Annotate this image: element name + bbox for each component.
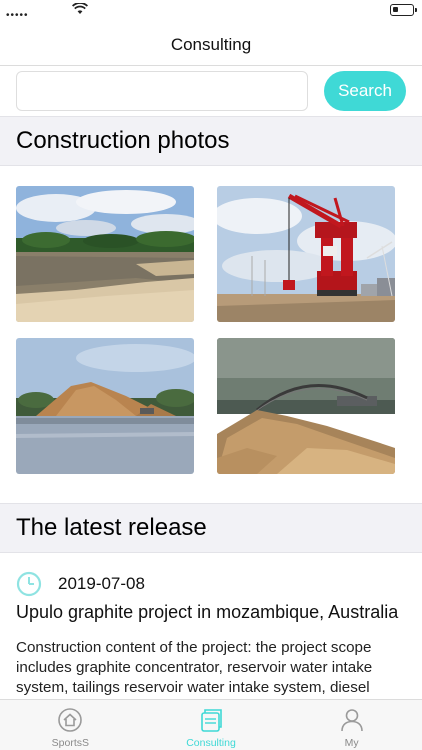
tab-sportss[interactable]: SportsS bbox=[0, 700, 141, 750]
status-bar: ••••• bbox=[0, 0, 422, 24]
search-button[interactable]: Search bbox=[324, 71, 406, 111]
signal-dots: ••••• bbox=[6, 10, 29, 21]
tab-label-consulting: Consulting bbox=[186, 737, 236, 749]
river-sand-bank-photo[interactable] bbox=[16, 186, 194, 322]
tab-my[interactable]: My bbox=[281, 700, 422, 750]
tab-label-my: My bbox=[344, 737, 359, 749]
photos-section-header: Construction photos bbox=[0, 116, 422, 166]
nav-bar: Consulting bbox=[0, 24, 422, 66]
section-title-photos: Construction photos bbox=[16, 127, 230, 154]
person-icon bbox=[340, 709, 363, 732]
release-content: Construction content of the project: the… bbox=[16, 639, 373, 696]
release-title[interactable]: Upulo graphite project in mozambique, Au… bbox=[16, 602, 408, 623]
section-title-release: The latest release bbox=[16, 514, 207, 541]
release-section-header: The latest release bbox=[0, 503, 422, 553]
sand-pile-waterfront-photo[interactable] bbox=[16, 338, 194, 474]
home-icon bbox=[58, 708, 83, 732]
tab-label-sportss: SportsS bbox=[51, 737, 90, 749]
wifi-icon bbox=[72, 3, 88, 14]
port-crane-photo[interactable] bbox=[217, 186, 395, 322]
tab-consulting[interactable]: Consulting bbox=[141, 700, 282, 750]
battery-icon bbox=[390, 4, 417, 16]
search-row: Search bbox=[0, 66, 422, 116]
release-date: 2019-07-08 bbox=[58, 574, 145, 593]
sand-dredging-photo[interactable] bbox=[217, 338, 395, 474]
tab-bar: SportsS Consulting My bbox=[0, 699, 422, 750]
release-date-row: 2019-07-08 bbox=[16, 570, 145, 598]
documents-icon bbox=[201, 709, 222, 732]
clock-icon bbox=[16, 571, 42, 597]
search-input[interactable] bbox=[16, 71, 308, 111]
page-title: Consulting bbox=[170, 34, 252, 54]
